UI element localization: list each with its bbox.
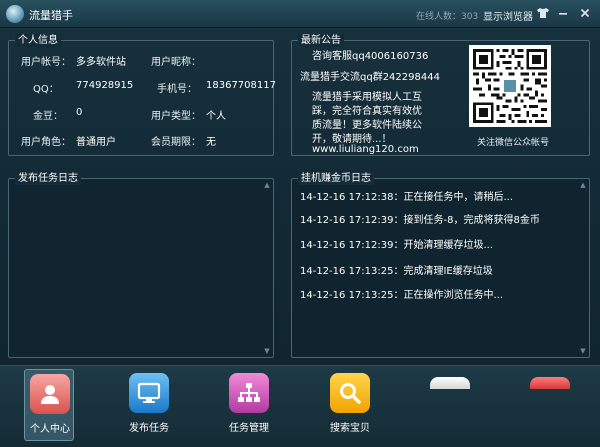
app-window: 流量猎手 在线人数：303 显示浏览器 个人信息 用户帐号： 多多软件站 用户昵…: [0, 0, 600, 447]
phone-label: 手机号：: [157, 84, 197, 95]
log-line: 14-12-16 17:12:38：正在接任务中，请稍后...: [300, 192, 514, 203]
online-count: 在线人数：303: [416, 12, 479, 22]
dock-task-management-button[interactable]: 任务管理: [224, 369, 274, 441]
membership-value: 无: [206, 137, 216, 148]
scroll-down-icon[interactable]: ▼: [579, 347, 587, 355]
log-line: 14-12-16 17:12:39：开始清理缓存垃圾...: [300, 240, 494, 251]
qr-caption: 关注微信公众帐号: [476, 138, 549, 148]
nickname-label: 用户昵称：: [151, 57, 201, 68]
show-browser-button[interactable]: 显示浏览器: [483, 8, 533, 23]
qq-value: 774928915: [76, 80, 134, 91]
publish-log-scrollbar[interactable]: ▲ ▼: [263, 181, 271, 355]
log-line: 14-12-16 17:13:25：正在操作浏览任务中...: [300, 290, 504, 301]
notice-line: 开，敬请期待...！: [312, 134, 392, 145]
dock-label: 任务管理: [229, 423, 269, 434]
personal-info-panel: 个人信息 用户帐号： 多多软件站 用户昵称： QQ： 774928915 手机号…: [8, 34, 276, 156]
app-logo-icon: [6, 5, 24, 23]
hang-log-title: 挂机赚金币日志: [298, 172, 374, 185]
qq-label: QQ：: [33, 84, 59, 95]
notice-line: 咨询客服qq4006160736: [312, 51, 429, 62]
account-label: 用户帐号：: [21, 57, 71, 68]
log-line: 14-12-16 17:13:25：完成清理IE缓存垃圾: [300, 266, 493, 277]
dock-more-button[interactable]: [425, 369, 475, 441]
publish-task-log-panel[interactable]: 发布任务日志 ▲ ▼: [8, 172, 274, 358]
notice-line: 质流量！更多软件陆续公: [312, 120, 422, 131]
user-type-value: 个人: [206, 111, 226, 122]
publish-log-title: 发布任务日志: [15, 172, 81, 185]
beans-label: 金豆：: [33, 111, 63, 122]
dock-personal-center-button[interactable]: 个人中心: [24, 369, 74, 441]
notice-panel: 最新公告 咨询客服qq4006160736 流量猎手交流qq群242298444…: [291, 34, 590, 156]
user-type-label: 用户类型：: [151, 111, 201, 122]
dock-label: 搜索宝贝: [330, 423, 370, 434]
scroll-up-icon[interactable]: ▲: [579, 181, 587, 189]
dock-more-button[interactable]: [525, 369, 575, 441]
website-link[interactable]: www.liuliang120.com: [312, 144, 419, 155]
personal-info-title: 个人信息: [15, 34, 61, 47]
close-icon[interactable]: [578, 6, 592, 20]
phone-value: 18367708117: [206, 80, 276, 91]
account-value: 多多软件站: [76, 57, 126, 68]
notice-line: 流量猎手交流qq群242298444: [300, 72, 440, 83]
org-chart-icon: [229, 373, 269, 413]
window-title: 流量猎手: [29, 9, 73, 22]
search-icon: [330, 373, 370, 413]
user-role-value: 普通用户: [76, 137, 116, 148]
scroll-down-icon[interactable]: ▼: [263, 347, 271, 355]
scroll-up-icon[interactable]: ▲: [263, 181, 271, 189]
membership-label: 会员期限：: [151, 137, 201, 148]
dock-label: 发布任务: [129, 423, 169, 434]
monitor-icon: [129, 373, 169, 413]
app-icon: [430, 377, 470, 389]
dock-publish-task-button[interactable]: 发布任务: [124, 369, 174, 441]
notice-title: 最新公告: [298, 34, 344, 47]
beans-value: 0: [76, 107, 83, 118]
hang-earn-log-panel[interactable]: 挂机赚金币日志 14-12-16 17:12:38：正在接任务中，请稍后... …: [291, 172, 590, 358]
skin-shirt-icon[interactable]: [536, 6, 550, 20]
log-line: 14-12-16 17:12:39：接到任务-8，完成将获得8金币: [300, 215, 540, 226]
user-role-label: 用户角色：: [21, 137, 71, 148]
app-icon: [530, 377, 570, 389]
dock-search-items-button[interactable]: 搜索宝贝: [325, 369, 375, 441]
title-bar[interactable]: 流量猎手 在线人数：303 显示浏览器: [0, 0, 600, 28]
bottom-dock: 个人中心 发布任务 任务管理 搜索宝贝: [0, 365, 600, 447]
hang-log-scrollbar[interactable]: ▲ ▼: [579, 181, 587, 355]
wechat-qr-code: [469, 45, 551, 127]
dock-label: 个人中心: [30, 424, 70, 435]
minimize-icon[interactable]: [556, 6, 570, 20]
notice-line: 踩，完全符合真实有效优: [312, 106, 422, 117]
user-icon: [30, 374, 70, 414]
notice-line: 流量猎手采用模拟人工互: [312, 92, 422, 103]
